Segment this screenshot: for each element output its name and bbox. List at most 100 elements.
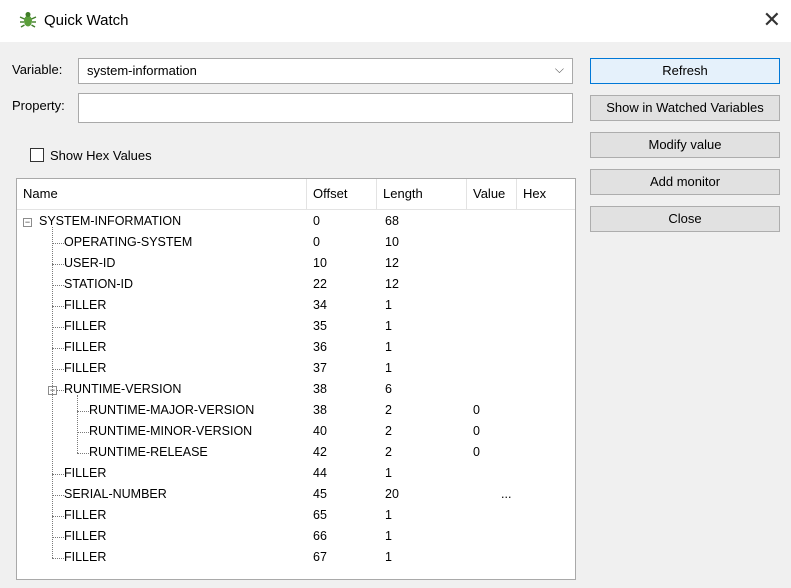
tree-header: Name Offset Length Value Hex	[17, 179, 575, 210]
tree-row-length: 1	[385, 466, 392, 480]
tree-row-length: 12	[385, 277, 399, 291]
tree-row-length: 1	[385, 340, 392, 354]
tree-connector	[52, 227, 53, 558]
tree-row[interactable]: FILLER 66 1	[17, 527, 575, 548]
tree-row-offset: 67	[313, 550, 327, 564]
tree-connector	[52, 369, 64, 370]
variable-label: Variable:	[12, 62, 63, 77]
tree-row-offset: 38	[313, 403, 327, 417]
column-header-hex[interactable]: Hex	[517, 179, 575, 209]
tree-row-length: 1	[385, 319, 392, 333]
tree-row-name: RUNTIME-MAJOR-VERSION	[89, 403, 255, 417]
close-button[interactable]: Close	[590, 206, 780, 232]
tree-row[interactable]: SYSTEM-INFORMATION 0 68 −	[17, 212, 575, 233]
tree-row-value: 0	[473, 424, 480, 438]
tree-row[interactable]: FILLER 35 1	[17, 317, 575, 338]
tree-connector	[52, 558, 64, 559]
tree-connector	[52, 516, 64, 517]
refresh-button[interactable]: Refresh	[590, 58, 780, 84]
show-in-watched-variables-button[interactable]: Show in Watched Variables	[590, 95, 780, 121]
tree-row[interactable]: USER-ID 10 12	[17, 254, 575, 275]
tree-connector	[52, 306, 64, 307]
tree-row[interactable]: RUNTIME-MAJOR-VERSION 38 2 0	[17, 401, 575, 422]
tree-row[interactable]: SERIAL-NUMBER 45 20...	[17, 485, 575, 506]
tree-row-name: SERIAL-NUMBER	[64, 487, 167, 501]
variable-combobox[interactable]: system-information ⌵	[78, 58, 573, 84]
tree-row[interactable]: RUNTIME-RELEASE 42 2 0	[17, 443, 575, 464]
tree-row-offset: 45	[313, 487, 327, 501]
tree-connector	[77, 453, 89, 454]
column-header-length[interactable]: Length	[377, 179, 467, 209]
tree-row-offset: 35	[313, 319, 327, 333]
tree-row-name: FILLER	[64, 550, 107, 564]
tree-row-name: SYSTEM-INFORMATION	[39, 214, 182, 228]
tree-connector	[52, 327, 64, 328]
modify-value-button[interactable]: Modify value	[590, 132, 780, 158]
tree-row-offset: 42	[313, 445, 327, 459]
tree-row-offset: 0	[313, 235, 320, 249]
tree-row-offset: 40	[313, 424, 327, 438]
tree-row[interactable]: RUNTIME-MINOR-VERSION 40 2 0	[17, 422, 575, 443]
tree-row-length: 6	[385, 382, 392, 396]
tree-row[interactable]: FILLER 65 1	[17, 506, 575, 527]
tree-row[interactable]: STATION-ID 22 12	[17, 275, 575, 296]
tree-row-offset: 37	[313, 361, 327, 375]
tree-row-name: FILLER	[64, 466, 107, 480]
tree-row-name: RUNTIME-RELEASE	[89, 445, 208, 459]
tree-row-value: 0	[473, 445, 480, 459]
property-label: Property:	[12, 98, 65, 113]
tree-row-name: FILLER	[64, 361, 107, 375]
tree-row-name: FILLER	[64, 508, 107, 522]
tree-row-value: 0	[473, 403, 480, 417]
close-icon[interactable]: ✕	[763, 8, 781, 32]
column-header-name[interactable]: Name	[17, 179, 307, 209]
title-bar: Quick Watch ✕	[0, 0, 791, 42]
bug-icon	[19, 12, 37, 28]
tree-row[interactable]: FILLER 44 1	[17, 464, 575, 485]
variable-tree[interactable]: Name Offset Length Value Hex SYSTEM-INFO…	[16, 178, 576, 580]
tree-row[interactable]: FILLER 34 1	[17, 296, 575, 317]
tree-connector	[52, 285, 64, 286]
tree-row-length: 12	[385, 256, 399, 270]
tree-row-offset: 66	[313, 529, 327, 543]
tree-row-length: 1	[385, 529, 392, 543]
tree-row-name: FILLER	[64, 340, 107, 354]
tree-row-offset: 65	[313, 508, 327, 522]
tree-row-length: 68	[385, 214, 399, 228]
tree-connector	[77, 411, 89, 412]
tree-connector	[52, 348, 64, 349]
tree-row-offset: 44	[313, 466, 327, 480]
tree-row-name: STATION-ID	[64, 277, 133, 291]
tree-row[interactable]: OPERATING-SYSTEM 0 10	[17, 233, 575, 254]
chevron-down-icon[interactable]: ⌵	[555, 62, 564, 77]
column-header-value[interactable]: Value	[467, 179, 517, 209]
tree-connector	[77, 395, 78, 453]
tree-row[interactable]: FILLER 67 1	[17, 548, 575, 569]
tree-row-offset: 22	[313, 277, 327, 291]
tree-connector	[77, 432, 89, 433]
tree-row-offset: 36	[313, 340, 327, 354]
tree-row-name: USER-ID	[64, 256, 116, 270]
tree-row[interactable]: FILLER 36 1	[17, 338, 575, 359]
tree-row-offset: 34	[313, 298, 327, 312]
tree-row-length: 1	[385, 550, 392, 564]
tree-row-length: 20	[385, 487, 399, 501]
collapse-icon[interactable]: −	[23, 218, 32, 227]
tree-connector	[52, 537, 64, 538]
show-hex-checkbox[interactable]	[30, 148, 44, 162]
tree-row-name: FILLER	[64, 529, 107, 543]
tree-row-length: 1	[385, 298, 392, 312]
add-monitor-button[interactable]: Add monitor	[590, 169, 780, 195]
tree-row-length: 1	[385, 361, 392, 375]
property-input[interactable]	[78, 93, 573, 123]
tree-row-name: FILLER	[64, 298, 107, 312]
tree-row[interactable]: RUNTIME-VERSION 38 6−	[17, 380, 575, 401]
tree-row-length: 1	[385, 508, 392, 522]
tree-row[interactable]: FILLER 37 1	[17, 359, 575, 380]
tree-connector	[52, 474, 64, 475]
column-header-offset[interactable]: Offset	[307, 179, 377, 209]
tree-row-name: RUNTIME-MINOR-VERSION	[89, 424, 253, 438]
tree-row-name: OPERATING-SYSTEM	[64, 235, 193, 249]
tree-connector	[57, 390, 64, 391]
tree-connector	[52, 243, 64, 244]
